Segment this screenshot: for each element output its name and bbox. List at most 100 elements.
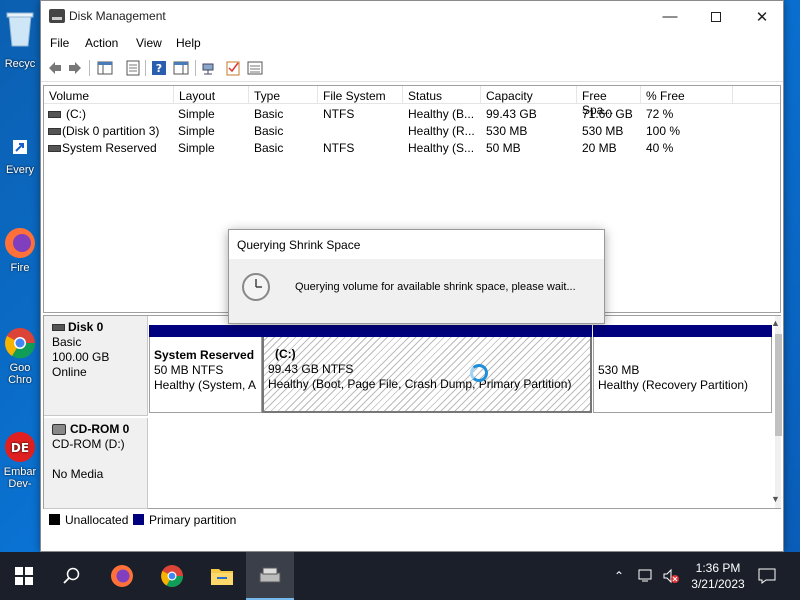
volume-row[interactable]: (Disk 0 partition 3) Simple Basic Health…: [44, 123, 780, 140]
taskbar-chrome[interactable]: [148, 552, 196, 600]
menu-action[interactable]: Action: [85, 36, 118, 50]
checklist-icon: [226, 61, 240, 76]
desktop-icon-label: Fire: [10, 262, 30, 274]
search-button[interactable]: [48, 552, 96, 600]
properties-button[interactable]: [125, 60, 141, 76]
chrome-icon: [161, 565, 183, 587]
notifications-button[interactable]: [758, 567, 776, 588]
drive-icon: [48, 128, 61, 135]
taskbar-file-explorer[interactable]: [198, 552, 246, 600]
maximize-icon: [711, 11, 721, 22]
volume-type: Basic: [254, 124, 284, 138]
desktop-icon-everything[interactable]: Every: [0, 140, 40, 176]
toolbar: ?: [41, 54, 783, 82]
start-button[interactable]: [0, 552, 48, 600]
action-pane-icon: [173, 61, 189, 75]
taskbar-disk-management[interactable]: [246, 552, 294, 600]
forward-arrow-icon: [69, 62, 81, 74]
column-header-status[interactable]: Status: [403, 86, 481, 104]
close-icon: ✕: [755, 8, 769, 26]
cdrom-0-drive: CD-ROM (D:): [52, 437, 125, 451]
vertical-scrollbar[interactable]: ▲ ▼: [771, 316, 782, 508]
cdrom-0-label[interactable]: CD-ROM 0 CD-ROM (D:) No Media: [44, 418, 148, 509]
partition-system-reserved[interactable]: System Reserved 50 MB NTFS Healthy (Syst…: [149, 325, 262, 413]
cdrom-icon: [52, 424, 66, 435]
toolbar-separator: [145, 60, 146, 76]
svg-text:?: ?: [156, 62, 162, 75]
column-header-capacity[interactable]: Capacity: [481, 86, 577, 104]
help-button[interactable]: ?: [151, 60, 167, 76]
volume-name: (Disk 0 partition 3): [62, 124, 160, 138]
view-button[interactable]: [247, 60, 263, 76]
connect-button[interactable]: [201, 60, 217, 76]
volume-muted-icon[interactable]: [662, 568, 680, 587]
help-icon: ?: [152, 61, 166, 75]
column-header-percent-free[interactable]: % Free: [641, 86, 733, 104]
desktop-icon-recycle-bin[interactable]: Recyc: [0, 8, 40, 70]
scrollbar-thumb[interactable]: [775, 334, 782, 436]
column-header-layout[interactable]: Layout: [174, 86, 249, 104]
dialog-title[interactable]: Querying Shrink Space: [229, 230, 604, 259]
volume-row[interactable]: (C:) Simple Basic NTFS Healthy (B... 99.…: [44, 106, 780, 123]
column-header-file-system[interactable]: File System: [318, 86, 403, 104]
partition-c-drive[interactable]: (C:) 99.43 GB NTFS Healthy (Boot, Page F…: [262, 325, 592, 413]
legend-primary-partition: Primary partition: [149, 513, 237, 527]
legend: Unallocated Primary partition: [43, 509, 781, 531]
title-bar[interactable]: Disk Management — ✕: [41, 1, 783, 32]
minimize-button[interactable]: —: [647, 1, 693, 32]
show-hide-console-tree-button[interactable]: [97, 60, 113, 76]
primary-partition-swatch: [133, 514, 144, 525]
scroll-up-icon[interactable]: ▲: [771, 318, 780, 328]
show-hidden-icons-chevron-icon[interactable]: ⌃: [614, 569, 624, 583]
desktop-icon-label: Every: [5, 164, 35, 176]
volume-free-space: 530 MB: [582, 124, 624, 138]
disk-0-label[interactable]: Disk 0 Basic 100.00 GB Online: [44, 316, 148, 416]
close-button[interactable]: ✕: [739, 1, 785, 32]
volume-layout: Simple: [178, 107, 215, 121]
notification-icon: [758, 568, 776, 584]
desktop-icon-label: Recyc: [4, 58, 36, 70]
desktop-icon-embarcadero[interactable]: DE Embar Dev-: [0, 430, 40, 490]
taskbar-clock[interactable]: 1:36 PM 3/21/2023: [690, 560, 746, 592]
check-button[interactable]: [225, 60, 241, 76]
cdrom-name-text: CD-ROM 0: [70, 422, 130, 436]
recycle-bin-icon: [3, 8, 37, 47]
window-title: Disk Management: [69, 9, 166, 23]
column-header-volume[interactable]: Volume: [44, 86, 174, 104]
querying-shrink-space-dialog: Querying Shrink Space Querying volume fo…: [228, 229, 605, 324]
disk-icon: [52, 324, 65, 331]
volume-list-header: Volume Layout Type File System Status Ca…: [44, 86, 780, 117]
desktop-icon-label: Chro: [8, 374, 32, 386]
network-icon[interactable]: [638, 568, 656, 587]
disk-0-name: Disk 0: [52, 320, 147, 335]
partition-primary-bar: [593, 325, 772, 337]
search-icon: [63, 567, 80, 584]
menu-help[interactable]: Help: [176, 36, 201, 50]
clock-date: 3/21/2023: [691, 577, 745, 591]
forward-button[interactable]: [67, 60, 83, 76]
menu-file[interactable]: File: [50, 36, 69, 50]
volume-name: (C:): [66, 107, 86, 121]
column-header-type[interactable]: Type: [249, 86, 318, 104]
partition-status: Healthy (System, A: [154, 378, 256, 392]
partition-recovery[interactable]: 530 MB Healthy (Recovery Partition): [593, 325, 772, 413]
volume-status: Healthy (S...: [408, 141, 475, 155]
desktop-icon-chrome[interactable]: Goo Chro: [0, 326, 40, 386]
maximize-button[interactable]: [693, 1, 739, 32]
disk-management-icon: [259, 567, 281, 583]
partition-primary-bar: [149, 325, 262, 337]
taskbar-firefox[interactable]: [98, 552, 146, 600]
volume-percent-free: 40 %: [646, 141, 674, 155]
volume-name: System Reserved: [62, 141, 157, 155]
partition-primary-bar: [262, 325, 592, 337]
column-header-free-space[interactable]: Free Spa...: [577, 86, 641, 117]
disk-graphical-view: Disk 0 Basic 100.00 GB Online CD-ROM 0 C…: [43, 315, 782, 509]
desktop-icon-firefox[interactable]: Fire: [0, 226, 40, 274]
volume-row[interactable]: System Reserved Simple Basic NTFS Health…: [44, 140, 780, 157]
scroll-down-icon[interactable]: ▼: [771, 494, 780, 504]
show-hide-action-pane-button[interactable]: [173, 60, 189, 76]
volume-file-system: NTFS: [323, 107, 355, 121]
back-button[interactable]: [47, 60, 63, 76]
partition-size: 530 MB: [598, 363, 640, 377]
menu-view[interactable]: View: [136, 36, 162, 50]
